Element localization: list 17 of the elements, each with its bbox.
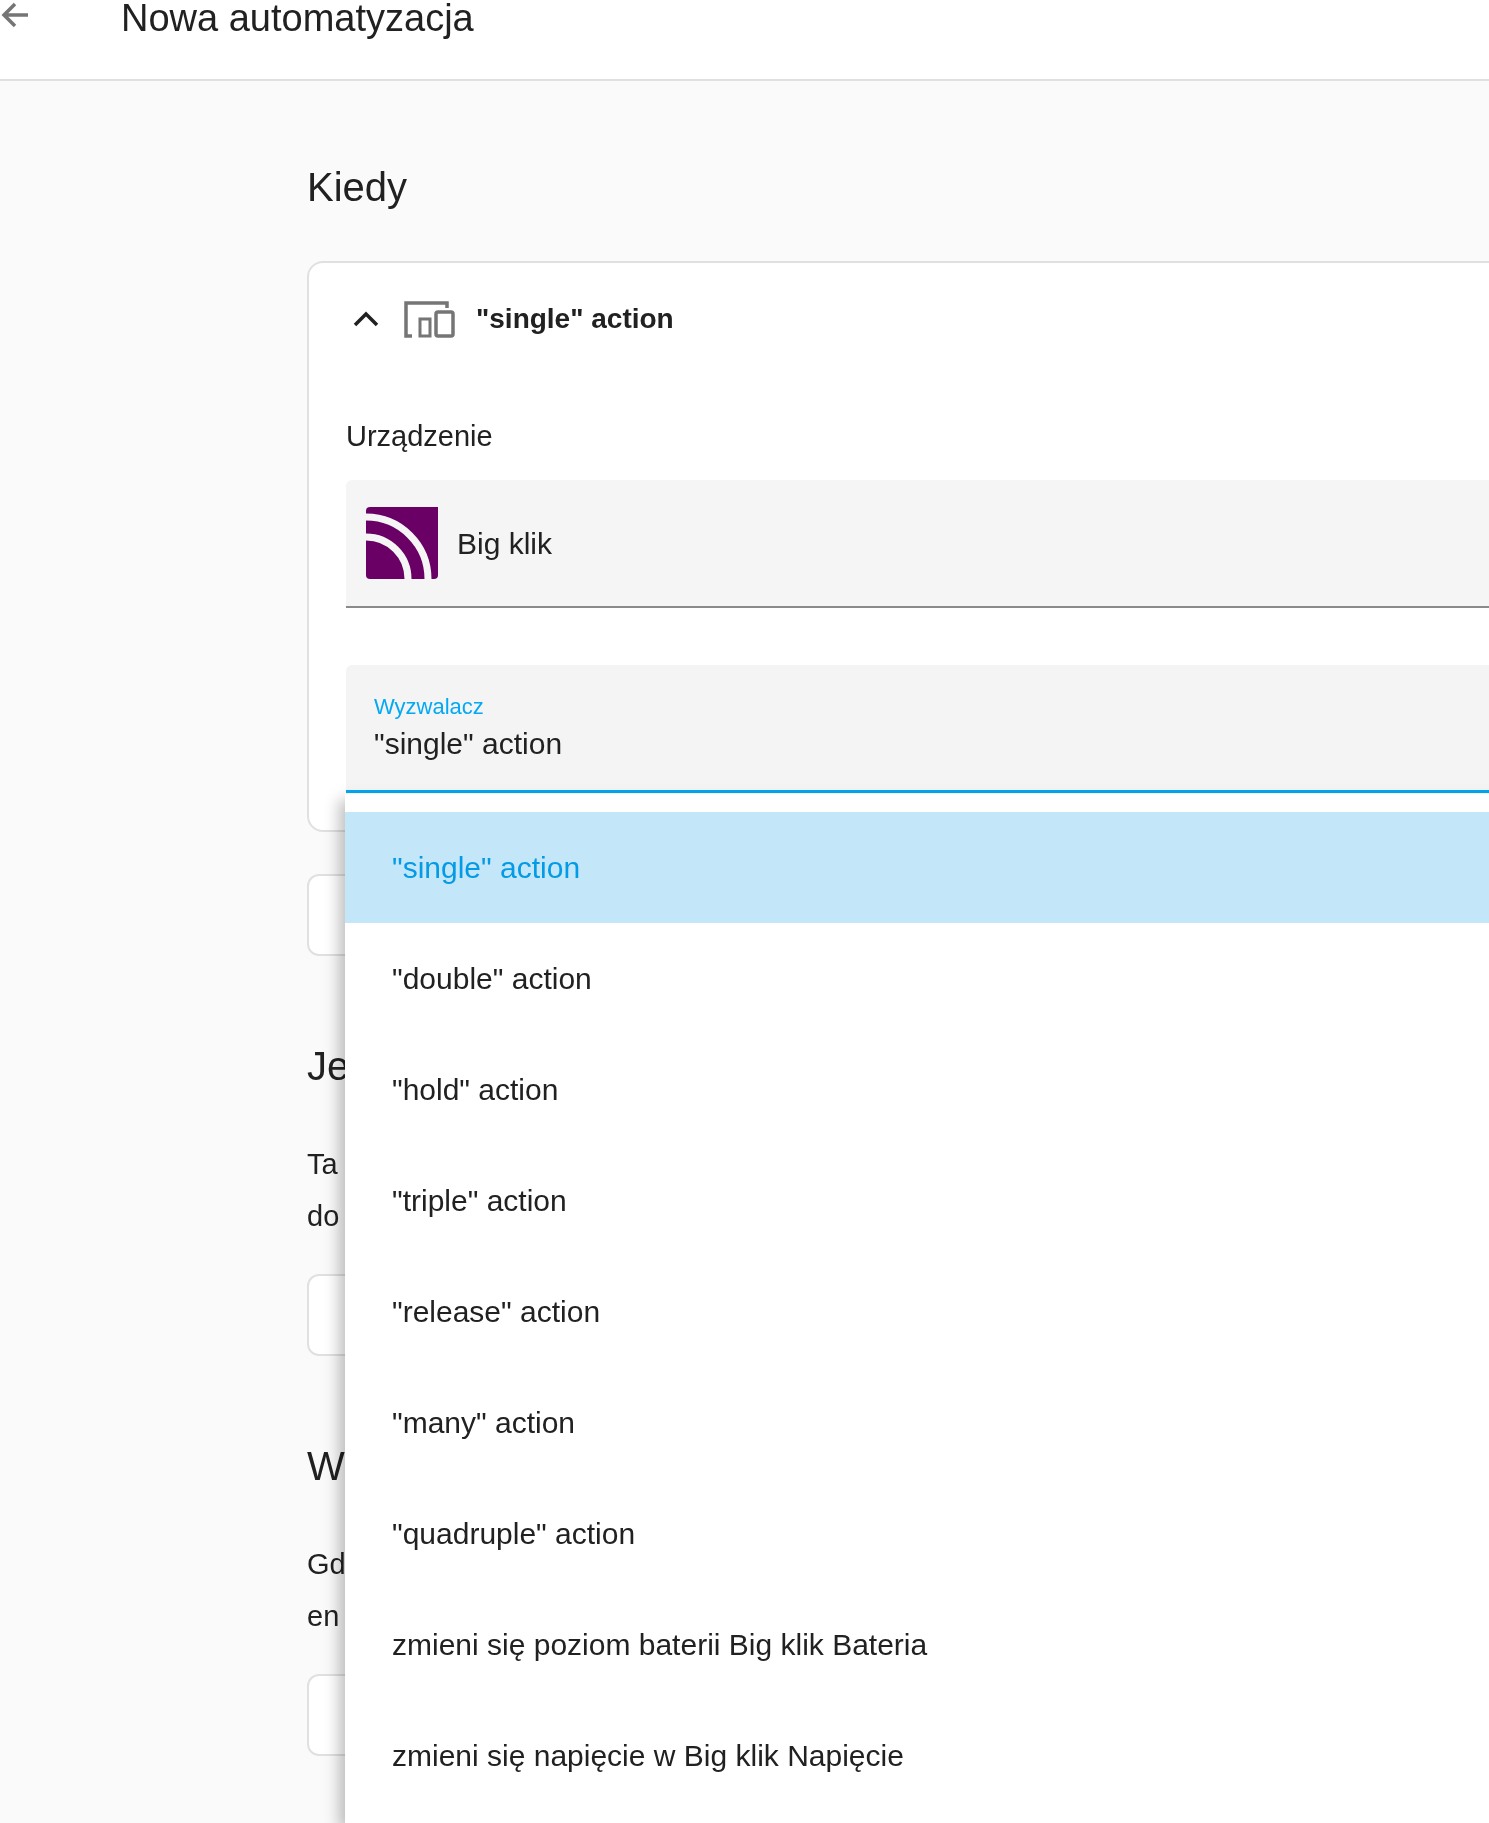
- devices-icon: [404, 300, 456, 338]
- section-description: do: [307, 1199, 340, 1234]
- page-title: Nowa automatyzacja: [121, 0, 474, 38]
- chevron-up-icon: [353, 311, 379, 327]
- trigger-title: "single" action: [476, 302, 674, 336]
- section-heading: W: [307, 1443, 345, 1490]
- field-value: "single" action: [374, 725, 563, 762]
- section-description: Ta: [307, 1147, 338, 1182]
- trigger-select[interactable]: Wyzwalacz "single" action: [346, 665, 1489, 793]
- section-description: Gd: [307, 1547, 346, 1582]
- field-label: Wyzwalacz: [374, 693, 484, 720]
- section-description: en: [307, 1599, 340, 1634]
- device-value: Big klik: [457, 525, 553, 562]
- section-heading: Kiedy: [307, 164, 408, 211]
- device-select[interactable]: Big klik: [346, 480, 1489, 608]
- field-label: Urządzenie: [346, 419, 493, 454]
- signal-logo-icon: [366, 507, 438, 579]
